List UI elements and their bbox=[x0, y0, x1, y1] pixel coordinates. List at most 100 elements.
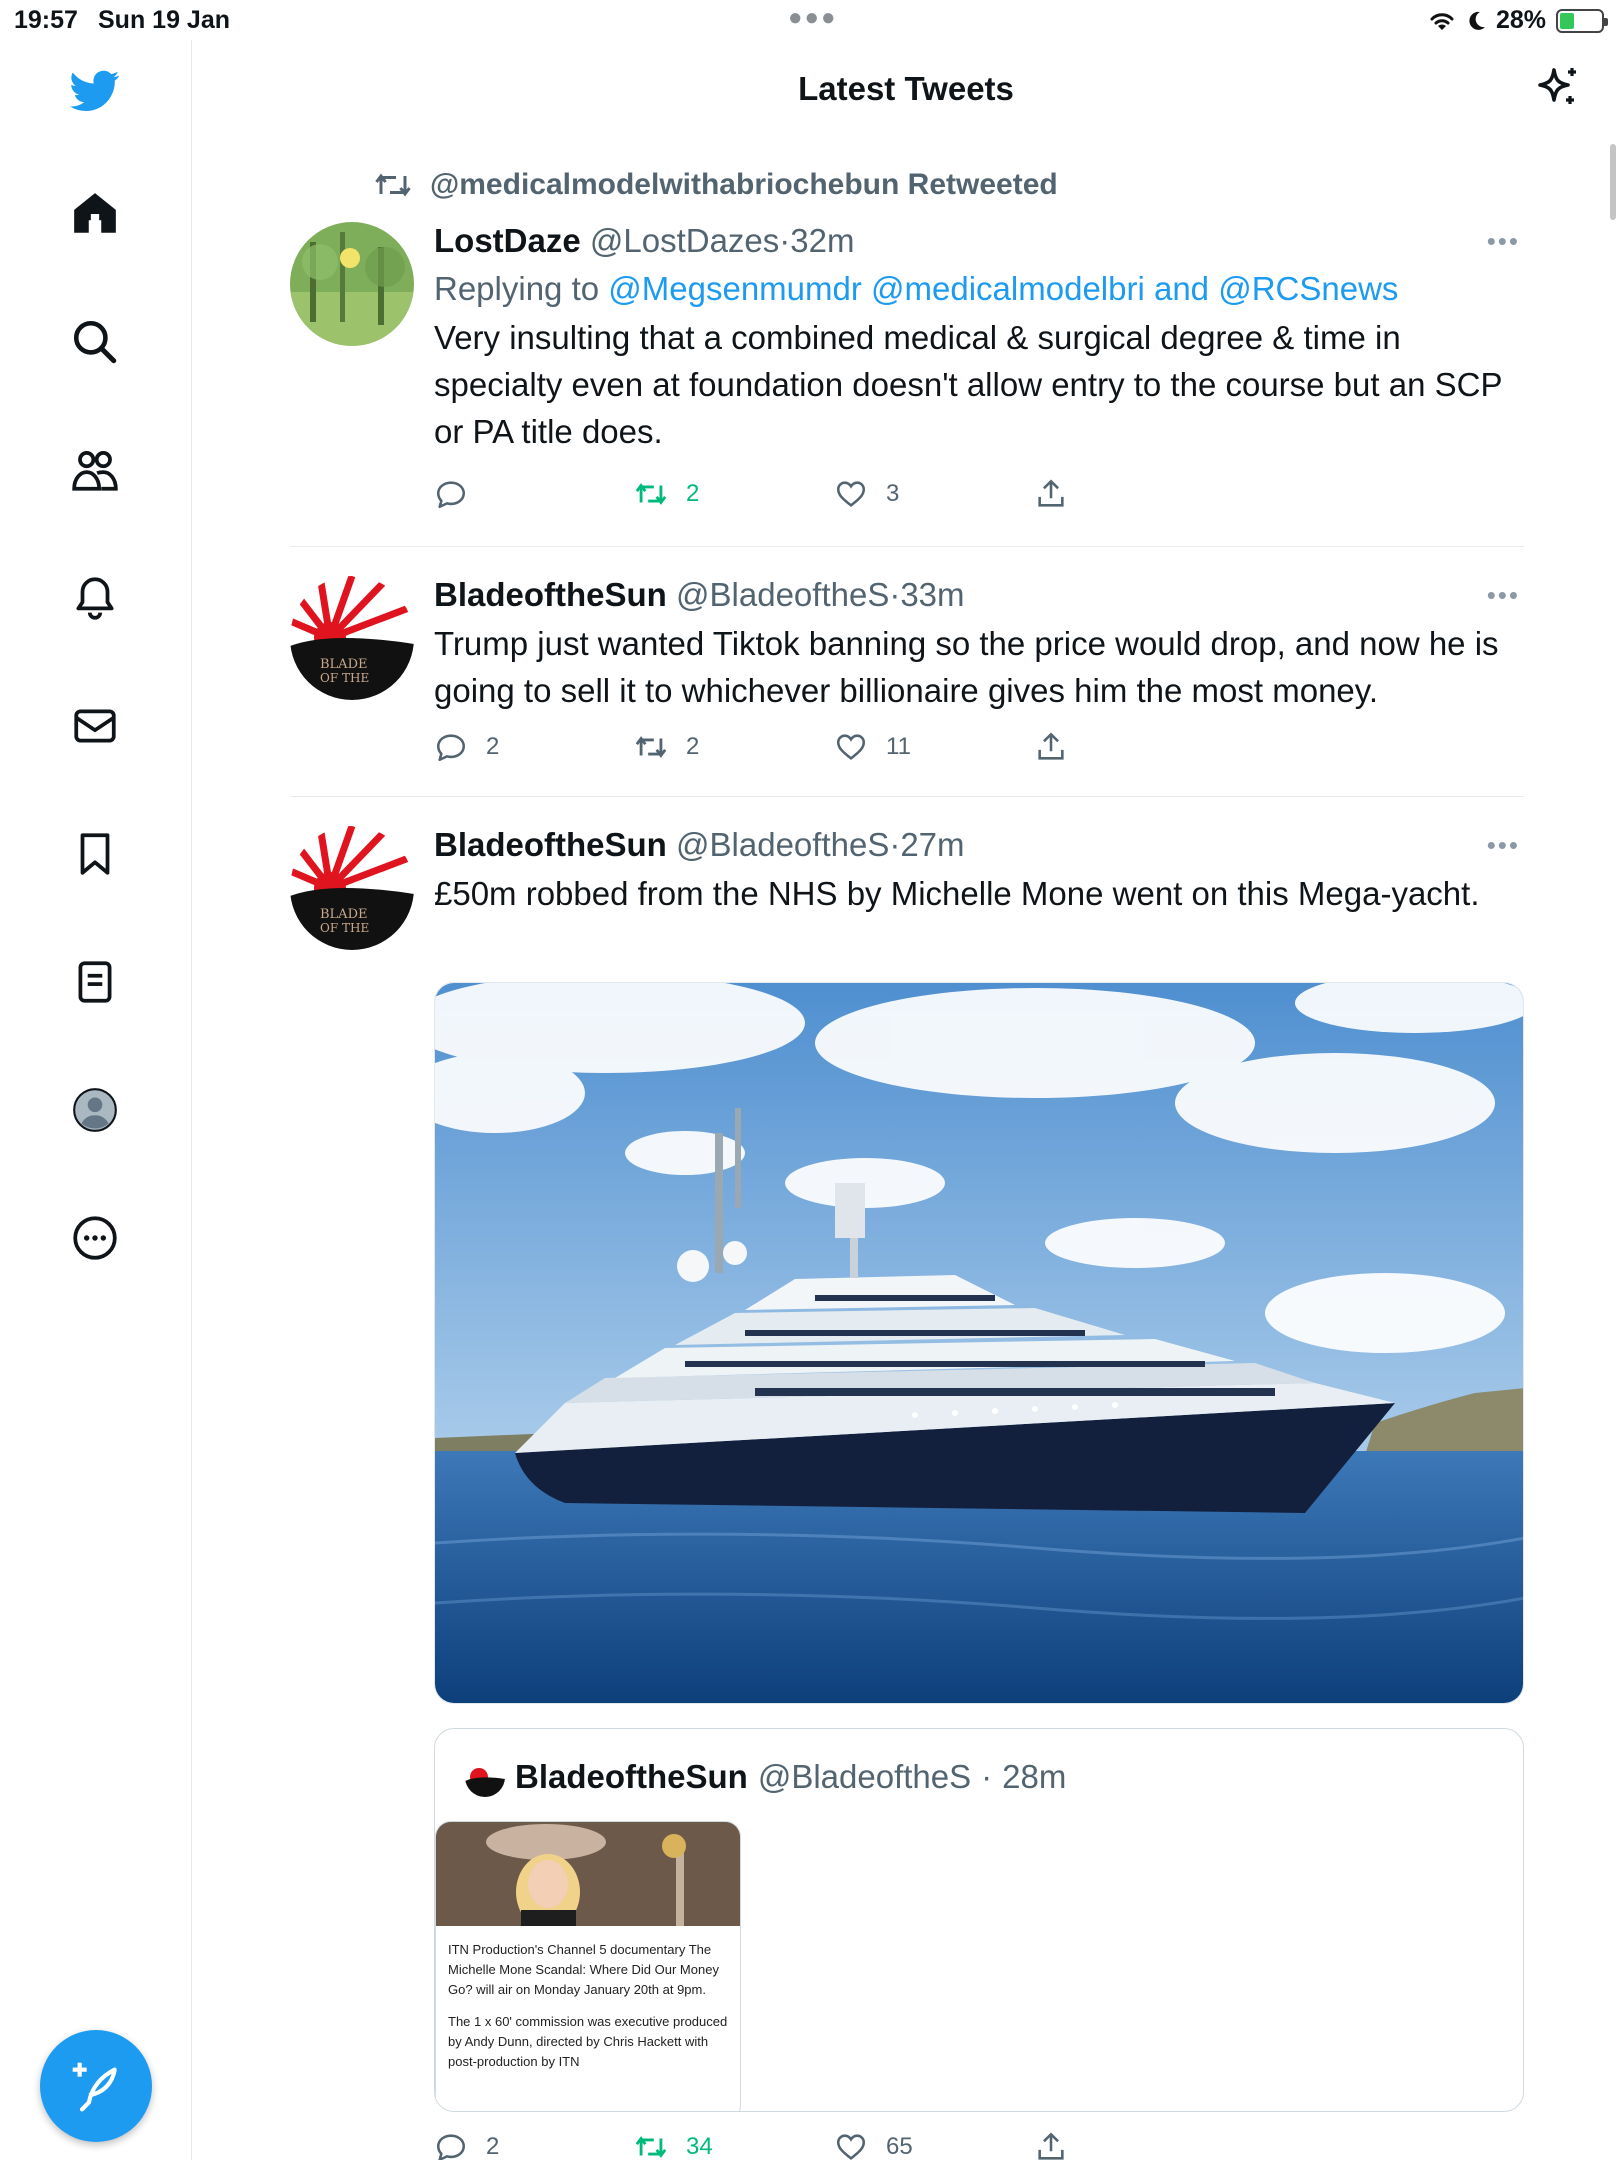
card-paragraph: The 1 x 60' commission was executive pro… bbox=[448, 2014, 728, 2069]
twitter-logo-icon[interactable] bbox=[66, 62, 124, 120]
quoted-tweet-header: BladeoftheSun @BladeoftheS · 28m bbox=[465, 1757, 1066, 1797]
avatar[interactable]: BLADE OF THE bbox=[290, 576, 414, 700]
more-icon[interactable] bbox=[66, 1209, 124, 1267]
status-indicators: 28% bbox=[1428, 6, 1608, 35]
display-name[interactable]: BladeoftheSun bbox=[434, 826, 667, 863]
user-handle[interactable]: @BladeoftheS bbox=[758, 1758, 971, 1796]
moon-icon bbox=[1469, 11, 1485, 30]
quoted-photo bbox=[436, 1822, 740, 1930]
svg-text:BLADE: BLADE bbox=[320, 907, 368, 922]
svg-text:BLADE: BLADE bbox=[320, 657, 368, 672]
tweet-age[interactable]: 33m bbox=[900, 576, 964, 613]
mention-link[interactable]: @RCSnews bbox=[1218, 270, 1398, 307]
heart-icon bbox=[836, 481, 866, 507]
user-handle[interactable]: @BladeoftheS bbox=[676, 576, 889, 613]
tweet-actions: 2 3 bbox=[434, 477, 1524, 521]
separator: · bbox=[889, 826, 901, 863]
bookmarks-icon[interactable] bbox=[66, 825, 124, 883]
wifi-icon bbox=[1430, 12, 1454, 30]
heart-icon bbox=[836, 2134, 866, 2160]
reply-count: 2 bbox=[486, 2133, 500, 2160]
separator: · bbox=[779, 222, 791, 259]
lists-icon[interactable] bbox=[66, 953, 124, 1011]
svg-text:OF THE: OF THE bbox=[320, 921, 369, 935]
like-count: 11 bbox=[886, 733, 911, 760]
share-icon bbox=[1038, 2132, 1064, 2160]
tweet[interactable]: BLADE OF THE BladeoftheSun @BladeoftheS·… bbox=[290, 576, 1524, 796]
avatar[interactable] bbox=[290, 222, 414, 346]
status-bar: 19:57 Sun 19 Jan ●●● 28% bbox=[0, 0, 1620, 40]
tweet-age[interactable]: 28m bbox=[1002, 1758, 1066, 1796]
mention-link[interactable]: @Megsenmumdr bbox=[608, 270, 862, 307]
share-button[interactable] bbox=[1034, 477, 1068, 511]
share-button[interactable] bbox=[1034, 730, 1068, 764]
retweet-context: @medicalmodelwithabriochebun Retweeted bbox=[374, 168, 1058, 202]
more-options-icon[interactable]: ••• bbox=[1487, 580, 1520, 611]
reply-button[interactable]: 2 bbox=[434, 2130, 499, 2160]
display-name[interactable]: LostDaze bbox=[434, 222, 581, 259]
notifications-icon[interactable] bbox=[66, 569, 124, 627]
reply-count: 2 bbox=[486, 733, 500, 760]
tweet-text: Trump just wanted Tiktok banning so the … bbox=[434, 625, 1499, 709]
reply-icon bbox=[436, 2134, 466, 2160]
quoted-avatar bbox=[465, 1757, 505, 1797]
retweet-count: 34 bbox=[686, 2133, 713, 2160]
page-title: Latest Tweets bbox=[798, 70, 1014, 107]
retweet-icon bbox=[635, 736, 667, 758]
retweeted-by[interactable]: @medicalmodelwithabriochebun Retweeted bbox=[430, 168, 1058, 202]
sparkle-icon[interactable] bbox=[1534, 64, 1582, 112]
like-button[interactable]: 65 bbox=[834, 2130, 913, 2160]
search-icon[interactable] bbox=[66, 313, 124, 371]
tweet[interactable]: BLADE OF THE BladeoftheSun @BladeoftheS·… bbox=[290, 826, 1524, 976]
retweet-button[interactable]: 2 bbox=[634, 730, 699, 764]
mention-link[interactable]: @medicalmodelbri bbox=[871, 270, 1145, 307]
more-options-icon[interactable]: ••• bbox=[1487, 830, 1520, 861]
status-date: Sun 19 Jan bbox=[98, 6, 230, 34]
tweet[interactable]: LostDaze @LostDazes·32m ••• Replying to … bbox=[290, 222, 1524, 542]
share-icon bbox=[1038, 732, 1064, 760]
display-name[interactable]: BladeoftheSun bbox=[515, 1758, 748, 1796]
reply-button[interactable] bbox=[434, 477, 486, 511]
retweet-count: 2 bbox=[686, 480, 700, 507]
display-name[interactable]: BladeoftheSun bbox=[434, 576, 667, 613]
retweet-button[interactable]: 2 bbox=[634, 477, 699, 511]
replying-to: Replying to @Megsenmumdr @medicalmodelbr… bbox=[434, 270, 1524, 308]
communities-icon[interactable] bbox=[66, 441, 124, 499]
battery-percent: 28% bbox=[1495, 6, 1546, 34]
share-icon bbox=[1038, 479, 1064, 507]
more-options-icon[interactable]: ••• bbox=[1487, 226, 1520, 257]
divider bbox=[290, 546, 1524, 547]
messages-icon[interactable] bbox=[66, 697, 124, 755]
mention-and[interactable]: and bbox=[1154, 270, 1209, 307]
user-handle[interactable]: @BladeoftheS bbox=[676, 826, 889, 863]
reply-icon bbox=[436, 481, 466, 509]
avatar[interactable]: BLADE OF THE bbox=[290, 826, 414, 950]
home-icon[interactable] bbox=[66, 185, 124, 243]
reply-icon bbox=[436, 734, 466, 762]
tweet-header: LostDaze @LostDazes·32m ••• bbox=[434, 222, 1524, 260]
share-button[interactable] bbox=[1034, 2130, 1068, 2160]
separator: · bbox=[981, 1758, 993, 1795]
profile-icon[interactable] bbox=[66, 1081, 124, 1139]
reply-button[interactable]: 2 bbox=[434, 730, 499, 764]
separator: · bbox=[889, 576, 901, 613]
sidebar bbox=[0, 40, 192, 2160]
divider bbox=[290, 796, 1524, 797]
user-handle[interactable]: @LostDazes bbox=[590, 222, 779, 259]
replying-to-label: Replying to bbox=[434, 270, 600, 307]
tweet-age[interactable]: 27m bbox=[900, 826, 964, 863]
like-button[interactable]: 3 bbox=[834, 477, 899, 511]
tweet-header: BladeoftheSun @BladeoftheS·33m ••• bbox=[434, 576, 1524, 614]
card-paragraph: ITN Production's Channel 5 documentary T… bbox=[448, 1942, 719, 1997]
tweet-media-image[interactable] bbox=[434, 982, 1524, 1704]
tweet-age[interactable]: 32m bbox=[790, 222, 854, 259]
multitasking-dots-icon[interactable]: ●●● bbox=[788, 4, 838, 32]
retweet-button[interactable]: 34 bbox=[634, 2130, 713, 2160]
quoted-media-card[interactable]: ITN Production's Channel 5 documentary T… bbox=[435, 1821, 741, 2111]
quoted-tweet[interactable]: BladeoftheSun @BladeoftheS · 28m ITN Produ… bbox=[434, 1728, 1524, 2112]
like-button[interactable]: 11 bbox=[834, 730, 911, 764]
tweet-text: Very insulting that a combined medical &… bbox=[434, 319, 1502, 450]
quoted-card-text: ITN Production's Channel 5 documentary T… bbox=[436, 1926, 740, 2072]
scrollbar[interactable] bbox=[1610, 144, 1616, 220]
compose-button[interactable] bbox=[40, 2030, 152, 2142]
